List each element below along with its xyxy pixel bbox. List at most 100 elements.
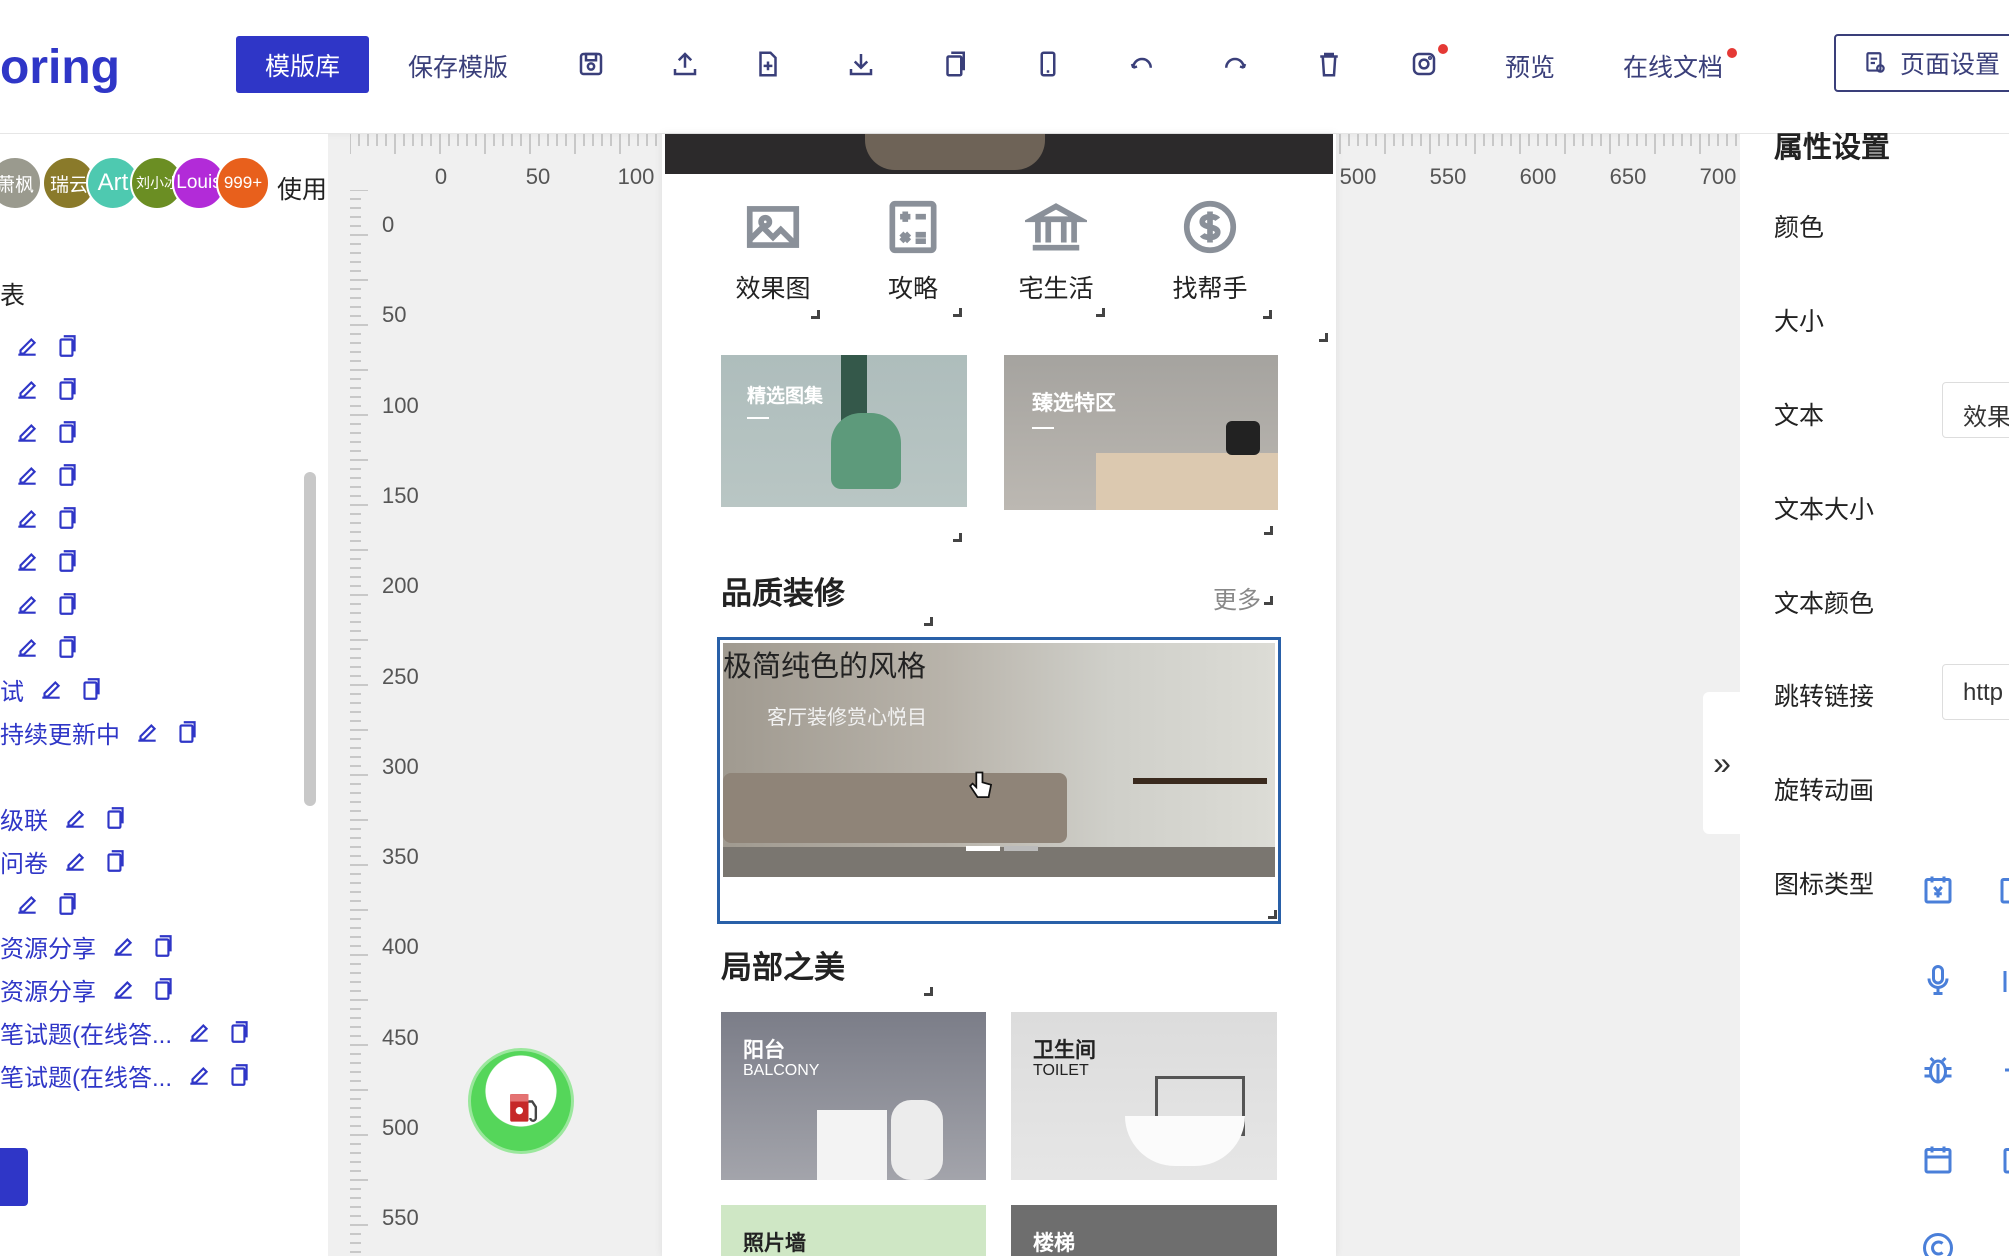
copy-icon[interactable] <box>54 419 80 445</box>
copy-icon[interactable] <box>54 634 80 660</box>
resize-handle[interactable] <box>1319 333 1328 342</box>
edit-icon[interactable] <box>134 719 160 745</box>
template-list-item[interactable]: 资源分享 <box>0 972 176 1007</box>
download-icon[interactable] <box>843 46 879 82</box>
promo-banner-gallery[interactable]: 精选图集 <box>721 355 967 507</box>
edit-icon[interactable] <box>14 333 40 359</box>
save-icon[interactable] <box>573 46 609 82</box>
save-template-button[interactable]: 保存模版 <box>408 48 508 84</box>
edit-icon[interactable] <box>14 505 40 531</box>
template-list-item[interactable] <box>0 631 80 663</box>
resize-handle[interactable] <box>953 533 962 542</box>
page-settings-button[interactable]: 页面设置 <box>1834 34 2009 92</box>
resize-handle[interactable] <box>924 617 933 626</box>
resize-handle[interactable] <box>1264 596 1273 605</box>
tile-balcony[interactable]: 阳台 BALCONY <box>721 1012 986 1180</box>
nav-item-home-life[interactable]: 宅生活 <box>986 196 1126 305</box>
mobile-icon[interactable] <box>1030 46 1066 82</box>
text-input[interactable]: 效果 <box>1942 382 2009 438</box>
edit-icon[interactable] <box>14 891 40 917</box>
template-list-item[interactable]: 级联 <box>0 802 128 835</box>
partial-icon[interactable] <box>1996 1142 2009 1178</box>
avatar-overflow-count[interactable]: 999+ <box>216 156 270 210</box>
edit-icon[interactable] <box>14 634 40 660</box>
template-list-item[interactable] <box>0 373 80 405</box>
edit-icon[interactable] <box>110 976 136 1002</box>
copy-icon[interactable] <box>150 933 176 959</box>
nav-item-guides[interactable]: 攻略 <box>843 196 983 305</box>
selected-carousel-banner[interactable]: 极简纯色的风格 客厅装修赏心悦目 <box>717 637 1281 924</box>
copy-icon[interactable] <box>174 719 200 745</box>
partial-icon[interactable] <box>1996 872 2009 908</box>
copy-icon[interactable] <box>102 805 128 831</box>
copy-icon[interactable] <box>54 548 80 574</box>
microphone-icon[interactable] <box>1920 962 1956 998</box>
template-item-label[interactable]: 试 <box>0 672 24 707</box>
edit-icon[interactable] <box>186 1062 212 1088</box>
copy-icon[interactable] <box>54 376 80 402</box>
template-list-item[interactable] <box>0 588 80 620</box>
redo-icon[interactable] <box>1217 46 1253 82</box>
template-list-item[interactable]: 持续更新中 <box>0 715 200 750</box>
instagram-icon[interactable] <box>1406 44 1448 82</box>
template-list-item[interactable] <box>0 888 80 920</box>
template-library-button[interactable]: 模版库 <box>236 36 369 93</box>
edit-icon[interactable] <box>62 848 88 874</box>
left-scrollbar[interactable] <box>304 472 316 806</box>
copy-icon[interactable] <box>54 462 80 488</box>
resize-handle[interactable] <box>1096 308 1105 317</box>
tile-stairs[interactable]: 楼梯 <box>1011 1205 1277 1256</box>
template-item-label[interactable]: 问卷 <box>0 844 48 879</box>
template-list-item[interactable] <box>0 459 80 491</box>
gas-pump-fab[interactable] <box>468 1048 574 1154</box>
resize-handle[interactable] <box>1263 310 1272 319</box>
copy-icon[interactable] <box>54 891 80 917</box>
template-list-item[interactable]: 问卷 <box>0 844 128 879</box>
nav-item-find-helper[interactable]: 找帮手 <box>1140 196 1280 305</box>
copy-icon[interactable] <box>937 46 973 82</box>
edit-icon[interactable] <box>38 676 64 702</box>
template-list-item[interactable]: 资源分享 <box>0 929 176 964</box>
new-file-icon[interactable] <box>750 46 786 82</box>
nav-item-renderings[interactable]: 效果图 <box>703 196 843 305</box>
partial-icon[interactable] <box>1996 1052 2009 1088</box>
edit-icon[interactable] <box>186 1019 212 1045</box>
carousel-indicator[interactable] <box>1004 846 1038 851</box>
edit-icon[interactable] <box>62 805 88 831</box>
template-item-label[interactable]: 笔试题(在线答... <box>0 1058 172 1093</box>
copy-icon[interactable] <box>150 976 176 1002</box>
undo-icon[interactable] <box>1124 46 1160 82</box>
resize-handle[interactable] <box>1268 910 1277 919</box>
link-input[interactable]: http <box>1942 664 2009 720</box>
copy-icon[interactable] <box>102 848 128 874</box>
partial-icon[interactable] <box>1996 962 2009 998</box>
template-item-label[interactable]: 资源分享 <box>0 972 96 1007</box>
copy-icon[interactable] <box>78 676 104 702</box>
copy-icon[interactable] <box>226 1019 252 1045</box>
edit-icon[interactable] <box>14 419 40 445</box>
copy-icon[interactable] <box>54 333 80 359</box>
upload-icon[interactable] <box>667 46 703 82</box>
copyright-icon[interactable] <box>1920 1230 1956 1256</box>
template-list-item[interactable]: 笔试题(在线答... <box>0 1015 252 1050</box>
template-list-item[interactable] <box>0 416 80 448</box>
more-link[interactable]: 更多 <box>1213 580 1261 615</box>
template-list-item[interactable] <box>0 502 80 534</box>
resize-handle[interactable] <box>1264 526 1273 535</box>
copy-icon[interactable] <box>54 591 80 617</box>
resize-handle[interactable] <box>953 308 962 317</box>
collapse-panel-button[interactable]: » <box>1703 692 1741 834</box>
template-item-label[interactable]: 资源分享 <box>0 929 96 964</box>
yen-calendar-icon[interactable] <box>1920 872 1956 908</box>
edit-icon[interactable] <box>14 548 40 574</box>
template-item-label[interactable]: 持续更新中 <box>0 715 120 750</box>
template-list-item[interactable]: 笔试题(在线答... <box>0 1058 252 1093</box>
calendar-icon[interactable] <box>1920 1142 1956 1178</box>
copy-icon[interactable] <box>226 1062 252 1088</box>
template-list-item[interactable]: 试 <box>0 672 104 707</box>
preview-button[interactable]: 预览 <box>1505 48 1555 84</box>
online-docs-button[interactable]: 在线文档 <box>1623 48 1738 84</box>
template-list-item[interactable] <box>0 330 80 362</box>
template-item-label[interactable]: 笔试题(在线答... <box>0 1015 172 1050</box>
edit-icon[interactable] <box>14 591 40 617</box>
